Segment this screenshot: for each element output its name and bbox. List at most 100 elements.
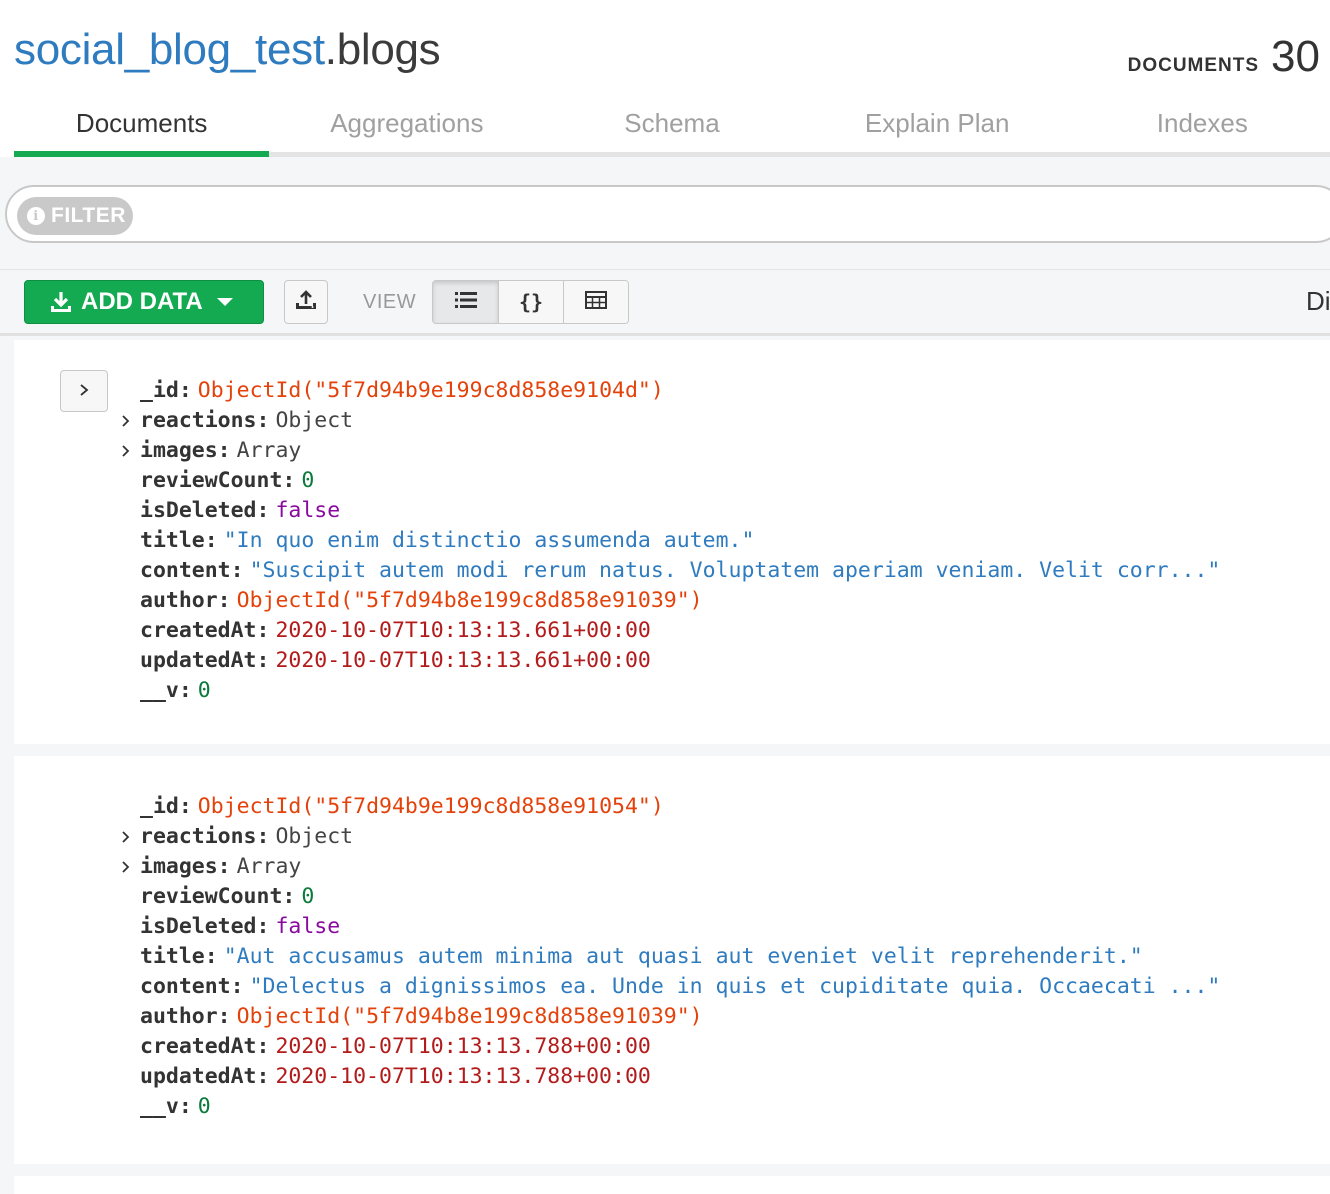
field-value: 0 — [301, 884, 315, 909]
field-colon: : — [256, 648, 270, 673]
field-value: 0 — [197, 1094, 211, 1119]
tab-schema[interactable]: Schema — [544, 95, 799, 152]
field-colon: : — [217, 1004, 231, 1029]
field-key: reviewCount — [140, 468, 283, 493]
field-key: images — [140, 438, 218, 463]
field-colon: : — [282, 468, 296, 493]
chevron-right-icon[interactable] — [118, 852, 134, 882]
filter-label: FILTER — [51, 204, 126, 227]
field-key: images — [140, 854, 218, 879]
document-field-updatedAt[interactable]: updatedAt: 2020-10-07T10:13:13.788+00:00 — [118, 1062, 1220, 1092]
field-value: 2020-10-07T10:13:13.661+00:00 — [275, 648, 651, 673]
field-value: 2020-10-07T10:13:13.788+00:00 — [275, 1064, 651, 1089]
document-field-isDeleted[interactable]: isDeleted: false — [118, 912, 1220, 942]
document-field-createdAt[interactable]: createdAt: 2020-10-07T10:13:13.788+00:00 — [118, 1032, 1220, 1062]
field-key: title — [140, 944, 205, 969]
field-value: "Suscipit autem modi rerum natus. Volupt… — [249, 558, 1221, 583]
field-key: updatedAt — [140, 648, 257, 673]
view-switcher: {} — [432, 280, 629, 324]
document-fields: _id: ObjectId("5f7d94b9e199c8d858e9104d")… — [118, 376, 1220, 706]
namespace-separator: . — [324, 25, 337, 74]
document-field-v[interactable]: __v: 0 — [118, 676, 1220, 706]
document-field-author[interactable]: author: ObjectId("5f7d94b8e199c8d858e9103… — [118, 586, 1220, 616]
field-key: reactions — [140, 824, 257, 849]
display-label-truncated: Di — [1306, 286, 1330, 316]
tab-indexes[interactable]: Indexes — [1075, 95, 1330, 152]
chevron-right-icon[interactable] — [118, 436, 134, 466]
expand-document-button[interactable] — [60, 370, 108, 412]
document-field-id[interactable]: _id: ObjectId("5f7d94b9e199c8d858e91054") — [118, 792, 1220, 822]
field-colon: : — [178, 1094, 192, 1119]
tab-documents[interactable]: Documents — [14, 95, 270, 157]
document-count-label: DOCUMENTS — [1127, 55, 1260, 76]
field-value: ObjectId("5f7d94b9e199c8d858e91054") — [197, 794, 664, 819]
document-field-reviewCount[interactable]: reviewCount: 0 — [118, 466, 1220, 496]
table-view-button[interactable] — [563, 281, 628, 323]
collection-tabs: Documents Aggregations Schema Explain Pl… — [14, 95, 1330, 157]
field-key: __v — [140, 678, 179, 703]
list-icon — [454, 290, 477, 314]
document-field-author[interactable]: author: ObjectId("5f7d94b8e199c8d858e9103… — [118, 1002, 1220, 1032]
document-card: _id: ObjectId("5f7d94b9e199c8d858e91054")… — [14, 756, 1330, 1164]
tab-explain-plan[interactable]: Explain Plan — [800, 95, 1075, 152]
document-field-id[interactable]: _id: ObjectId("5f7d94b9e199c8d858e9104d") — [118, 376, 1220, 406]
field-colon: : — [217, 588, 231, 613]
field-value: Object — [275, 408, 354, 433]
document-field-reactions[interactable]: reactions: Object — [118, 406, 1220, 436]
field-colon: : — [256, 618, 270, 643]
field-key: content — [140, 558, 231, 583]
document-field-updatedAt[interactable]: updatedAt: 2020-10-07T10:13:13.661+00:00 — [118, 646, 1220, 676]
document-field-reviewCount[interactable]: reviewCount: 0 — [118, 882, 1220, 912]
field-value: 0 — [301, 468, 315, 493]
field-key: author — [140, 588, 218, 613]
field-colon: : — [282, 884, 296, 909]
database-name[interactable]: social_blog_test — [14, 25, 325, 74]
field-colon: : — [256, 1034, 270, 1059]
chevron-right-icon[interactable] — [118, 822, 134, 852]
field-colon: : — [256, 1064, 270, 1089]
chevron-right-icon[interactable] — [118, 406, 134, 436]
export-button[interactable] — [284, 280, 328, 324]
field-value: Object — [275, 824, 354, 849]
field-value: "Delectus a dignissimos ea. Unde in quis… — [249, 974, 1221, 999]
list-view-button[interactable] — [433, 281, 498, 323]
field-key: _id — [140, 794, 179, 819]
field-value: "Aut accusamus autem minima aut quasi au… — [223, 944, 1143, 969]
document-field-title[interactable]: title: "In quo enim distinctio assumenda … — [118, 526, 1220, 556]
document-field-images[interactable]: images: Array — [118, 436, 1220, 466]
field-key: isDeleted — [140, 914, 257, 939]
field-colon: : — [230, 558, 244, 583]
document-card: _id: ObjectId("5f7d94b9e199c8d858e9104d")… — [14, 340, 1330, 744]
chevron-down-icon — [216, 298, 233, 306]
query-bar: i FILTER — [0, 157, 1330, 270]
field-colon: : — [256, 408, 270, 433]
document-field-isDeleted[interactable]: isDeleted: false — [118, 496, 1220, 526]
field-key: updatedAt — [140, 1064, 257, 1089]
field-value: false — [275, 914, 341, 939]
collection-name: blogs — [336, 25, 441, 74]
document-field-content[interactable]: content: "Suscipit autem modi rerum natus… — [118, 556, 1220, 586]
table-icon — [585, 290, 607, 314]
view-label: VIEW — [363, 291, 417, 313]
filter-label-pill[interactable]: i FILTER — [17, 197, 133, 235]
filter-input[interactable]: i FILTER — [5, 185, 1330, 243]
document-field-reactions[interactable]: reactions: Object — [118, 822, 1220, 852]
document-list: _id: ObjectId("5f7d94b9e199c8d858e9104d")… — [0, 336, 1330, 1194]
document-field-createdAt[interactable]: createdAt: 2020-10-07T10:13:13.661+00:00 — [118, 616, 1220, 646]
json-view-button[interactable]: {} — [498, 281, 563, 323]
field-value: 0 — [197, 678, 211, 703]
field-colon: : — [178, 678, 192, 703]
field-key: reactions — [140, 408, 257, 433]
document-count-value: 30 — [1271, 32, 1320, 81]
field-colon: : — [204, 528, 218, 553]
document-field-v[interactable]: __v: 0 — [118, 1092, 1220, 1122]
document-field-images[interactable]: images: Array — [118, 852, 1220, 882]
field-colon: : — [217, 438, 231, 463]
download-icon — [49, 290, 73, 314]
add-data-button[interactable]: ADD DATA — [24, 280, 264, 324]
add-data-label: ADD DATA — [81, 288, 203, 315]
document-field-content[interactable]: content: "Delectus a dignissimos ea. Unde… — [118, 972, 1220, 1002]
document-field-title[interactable]: title: "Aut accusamus autem minima aut qu… — [118, 942, 1220, 972]
field-value: false — [275, 498, 341, 523]
tab-aggregations[interactable]: Aggregations — [269, 95, 544, 152]
